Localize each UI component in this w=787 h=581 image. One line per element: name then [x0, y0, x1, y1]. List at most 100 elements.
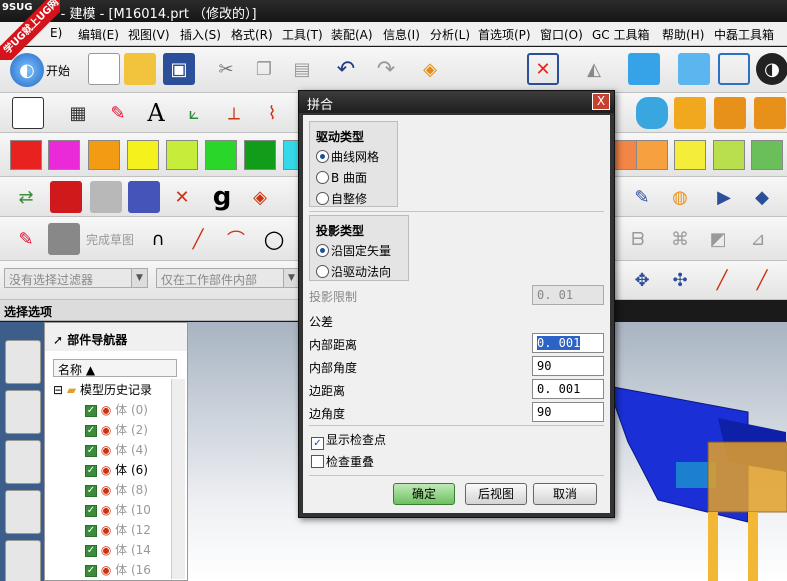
profile-icon[interactable]: ∩ — [142, 223, 174, 255]
collapse-icon[interactable]: ⊟ — [53, 383, 63, 397]
copy-icon[interactable]: ❐ — [248, 53, 280, 85]
edge-distance-field[interactable]: 0. 001 — [532, 379, 604, 399]
menu-item-gc-toolbox[interactable]: GC 工具箱 — [592, 26, 650, 43]
checkbox-box[interactable]: ✓ — [311, 437, 324, 450]
chamfer-icon[interactable]: ⌘ — [664, 223, 696, 255]
boss-icon[interactable] — [714, 97, 746, 129]
assembly-navigator-tab-icon[interactable] — [5, 340, 41, 384]
radio-curve-mesh[interactable]: 曲线网格 — [316, 148, 379, 165]
radio-dot[interactable] — [316, 192, 329, 205]
menu-item-zhonglei-toolbox[interactable]: 中磊工具箱 — [714, 26, 774, 43]
visibility-checkbox[interactable]: ✓ — [85, 504, 97, 517]
cancel-button[interactable]: 取消 — [533, 483, 597, 505]
move-face-icon[interactable]: ⇄ — [10, 181, 42, 213]
menu-item-information[interactable]: 信息(I) — [383, 26, 420, 43]
csys-icon[interactable]: ⟀ — [178, 97, 210, 129]
visibility-checkbox[interactable]: ✓ — [85, 444, 97, 457]
render-icon[interactable]: ◭ — [578, 53, 610, 85]
color-swatch-yellow[interactable] — [127, 140, 159, 170]
back-view-button[interactable]: 后视图 — [465, 483, 527, 505]
g-icon[interactable]: g — [206, 181, 238, 213]
snap-end-icon[interactable]: ╱ — [746, 264, 778, 296]
color-swatch-magenta[interactable] — [48, 140, 80, 170]
tree-root-item[interactable]: ⊟ ▰ 模型历史记录 — [53, 381, 177, 401]
open-folder-icon[interactable] — [124, 53, 156, 85]
navigator-scrollbar[interactable] — [171, 379, 185, 579]
save-icon[interactable]: ▣ — [163, 53, 195, 85]
shaded-cube-icon[interactable] — [628, 53, 660, 85]
visibility-checkbox[interactable]: ✓ — [85, 484, 97, 497]
color-swatch-lemon[interactable] — [674, 140, 706, 170]
start-label[interactable]: 开始 — [46, 62, 70, 79]
menu-item-view[interactable]: 视图(V) — [128, 26, 170, 43]
snap-center-icon[interactable]: ✣ — [664, 264, 696, 296]
text-icon[interactable]: A — [140, 97, 172, 129]
ok-button[interactable]: 确定 — [393, 483, 455, 505]
visibility-checkbox[interactable]: ✓ — [85, 464, 97, 477]
color-swatch-leaf[interactable] — [751, 140, 783, 170]
sketch-rect-icon[interactable] — [12, 97, 44, 129]
projection-limit-field[interactable]: 0. 01 — [532, 285, 604, 305]
offset-icon[interactable]: ◩ — [702, 223, 734, 255]
inner-distance-field[interactable]: 0. 001 — [532, 333, 604, 353]
color-swatch-apricot[interactable] — [636, 140, 668, 170]
new-file-icon[interactable] — [88, 53, 120, 85]
solid-cube-icon[interactable] — [678, 53, 710, 85]
radio-dot[interactable] — [316, 265, 329, 278]
scope-filter-select[interactable]: 仅在工作部件内部 ▼ — [156, 268, 300, 288]
part-navigator-tab-icon[interactable] — [5, 440, 41, 484]
color-swatch-darkgreen[interactable] — [244, 140, 276, 170]
color-swatch-lime[interactable] — [166, 140, 198, 170]
diamond-icon[interactable]: ◆ — [746, 181, 778, 213]
tree-item[interactable]: ✓ ◉ 体 (6) — [53, 461, 177, 481]
color-swatch-yellowgreen[interactable] — [713, 140, 745, 170]
tree-item[interactable]: ✓ ◉ 体 (0) — [53, 401, 177, 421]
menu-item-insert[interactable]: 插入(S) — [180, 26, 221, 43]
history-tab-icon[interactable] — [5, 540, 41, 581]
paste-icon[interactable]: ▤ — [286, 53, 318, 85]
color-swatch-orange[interactable] — [88, 140, 120, 170]
sketch-icon[interactable]: ✎ — [10, 223, 42, 255]
brush-icon[interactable]: ✎ — [626, 181, 658, 213]
wireframe-cube-icon[interactable] — [718, 53, 750, 85]
check-overlap-checkbox[interactable]: 检查重叠 — [311, 453, 374, 470]
visibility-checkbox[interactable]: ✓ — [85, 404, 97, 417]
red-block-icon[interactable] — [50, 181, 82, 213]
cylinder-icon[interactable] — [636, 97, 668, 129]
sheet-icon[interactable]: ◈ — [414, 53, 446, 85]
circle-icon[interactable]: ○ — [258, 223, 290, 255]
redo-icon[interactable]: ↷ — [370, 53, 402, 85]
trim-icon[interactable]: ✕ — [166, 181, 198, 213]
finish-sketch-label[interactable]: 完成草图 — [86, 231, 134, 248]
radio-fixed-vector[interactable]: 沿固定矢量 — [316, 242, 391, 259]
pattern-icon[interactable]: ◈ — [244, 181, 276, 213]
arrow-right-icon[interactable]: ▶ — [708, 181, 740, 213]
menu-item-preferences[interactable]: 首选项(P) — [478, 26, 531, 43]
snap-point-icon[interactable]: ✥ — [626, 264, 658, 296]
tree-item[interactable]: ✓ ◉ 体 (14 — [53, 541, 177, 561]
close-icon[interactable]: X — [592, 93, 610, 110]
tree-item[interactable]: ✓ ◉ 体 (4) — [53, 441, 177, 461]
tree-item[interactable]: ✓ ◉ 体 (8) — [53, 481, 177, 501]
menu-item-window[interactable]: 窗口(O) — [540, 26, 583, 43]
tree-item[interactable]: ✓ ◉ 体 (16 — [53, 561, 177, 581]
reuse-library-tab-icon[interactable] — [5, 490, 41, 534]
inner-angle-field[interactable]: 90 — [532, 356, 604, 376]
tree-item[interactable]: ✓ ◉ 体 (2) — [53, 421, 177, 441]
visibility-checkbox[interactable]: ✓ — [85, 424, 97, 437]
axis-icon[interactable]: ⟂ — [218, 97, 250, 129]
undo-icon[interactable]: ↶ — [330, 53, 362, 85]
grey-block-icon[interactable] — [90, 181, 122, 213]
arc-icon[interactable]: ⌒ — [220, 223, 252, 255]
display-mode-icon[interactable]: ◑ — [756, 53, 787, 85]
sketch-edit-icon[interactable]: ✎ — [102, 97, 134, 129]
pin-icon[interactable]: ➚ — [53, 333, 63, 347]
radio-dot[interactable] — [316, 171, 329, 184]
radio-b-surface[interactable]: B 曲面 — [316, 169, 367, 186]
radio-drive-normal[interactable]: 沿驱动法向 — [316, 263, 391, 280]
fillet-icon[interactable]: ᗷ — [622, 223, 654, 255]
menu-item-format[interactable]: 格式(R) — [231, 26, 273, 43]
point-icon[interactable]: ⌇ — [256, 97, 288, 129]
feature-grid-icon[interactable]: ▦ — [62, 97, 94, 129]
blue-block-icon[interactable] — [128, 181, 160, 213]
